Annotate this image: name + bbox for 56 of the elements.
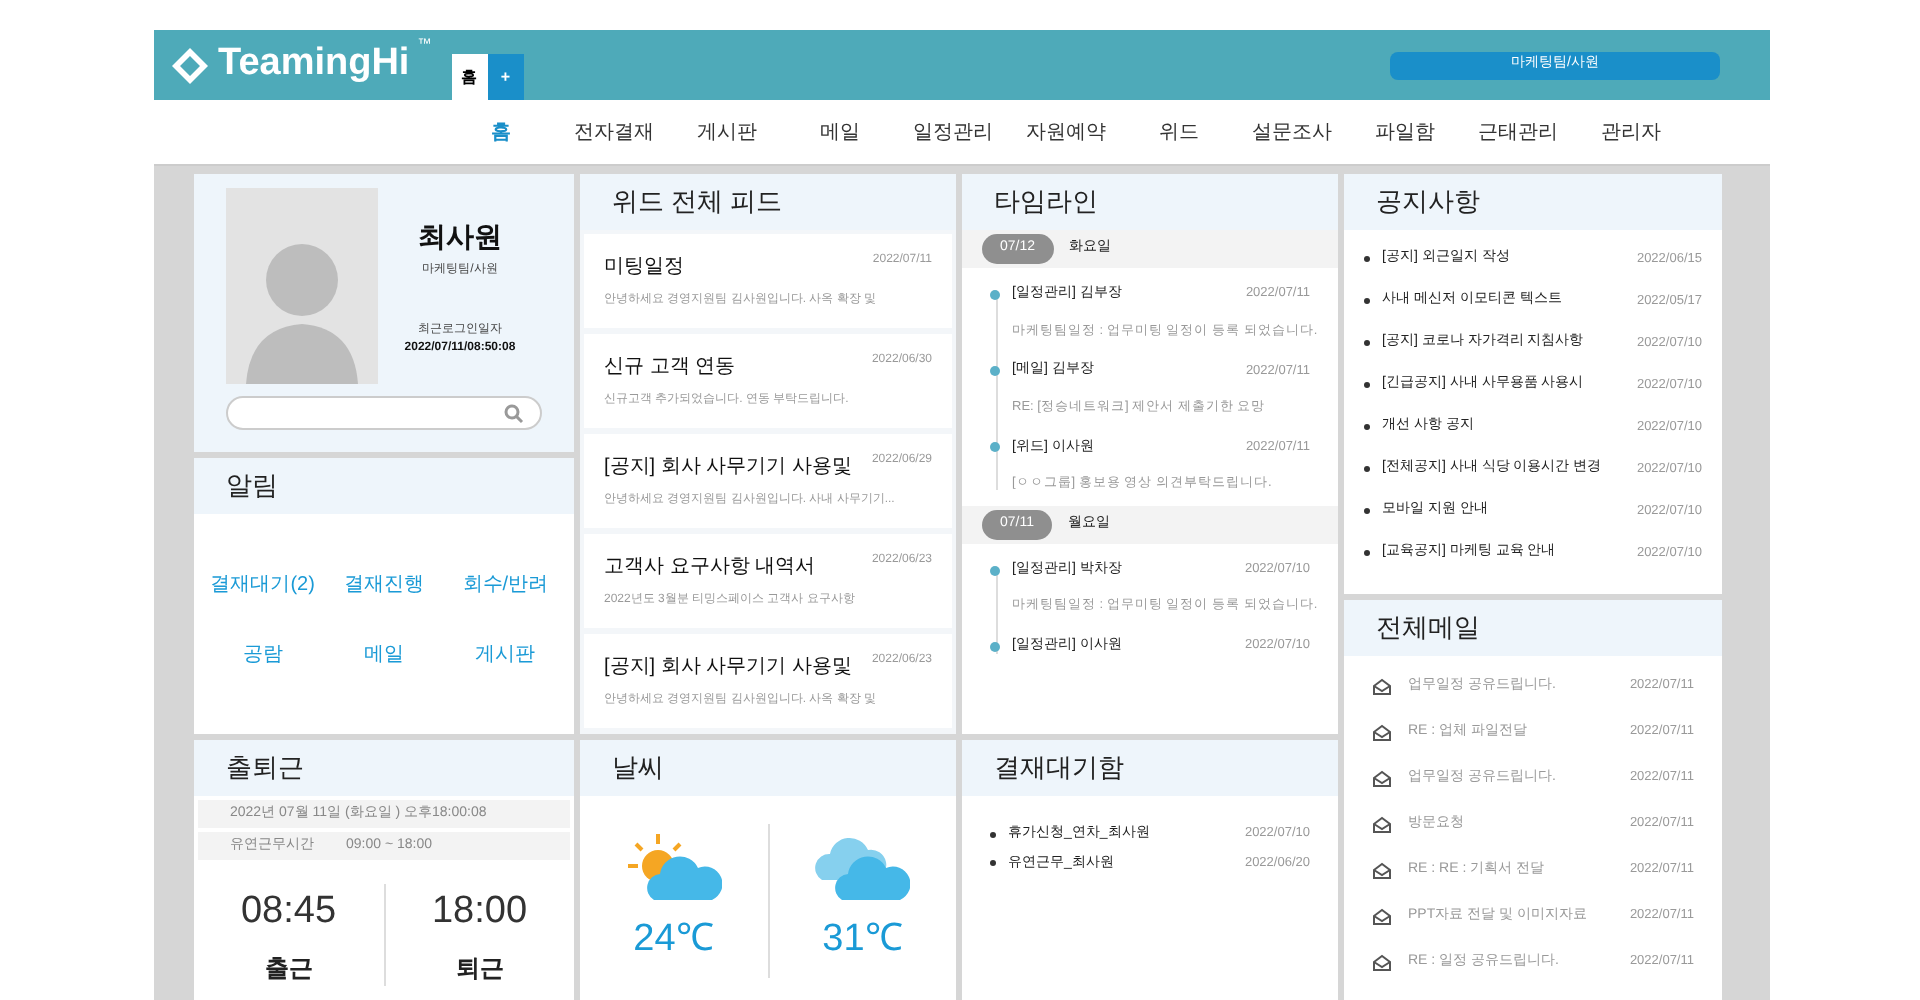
profile-name: 최사원 [418,218,502,256]
time-label: 출근 [264,951,313,985]
bullet-icon [1364,298,1370,304]
time-value: 18:00 [431,888,528,936]
logo-text: TeamingHi [218,40,410,89]
nav-item[interactable]: 일정관리 [896,117,1009,147]
card-title: 타임라인 [994,184,1098,221]
cloud-icon [814,832,911,904]
card-title: 전체메일 [1376,610,1480,647]
nav-item[interactable]: 자원예약 [1009,117,1122,147]
logo-icon [170,45,210,85]
header-tab[interactable]: 홈 [451,54,488,100]
search-icon [504,403,524,423]
card-title: 출퇴근 [226,750,304,787]
card-title: 공지사항 [1376,184,1480,221]
temperature: 31℃ [822,916,903,964]
nav-item[interactable]: 메일 [783,117,896,147]
card-title: 날씨 [612,750,664,787]
card-title: 위드 전체 피드 [612,184,783,221]
header-tab[interactable]: + [487,54,524,100]
nav-item[interactable]: 설문조사 [1235,117,1348,147]
nav-item[interactable]: 홈 [444,117,557,147]
time-value: 08:45 [240,888,337,936]
feed-title: [공지] 회사 사무기기 사용및 [604,654,852,682]
nav-item[interactable]: 게시판 [670,117,783,147]
nav-item[interactable]: 전자결재 [557,117,670,147]
temperature: 24℃ [633,916,714,964]
search-field[interactable] [226,396,542,430]
bullet-icon [1364,550,1370,556]
bullet-icon [1364,340,1370,346]
bullet-icon [1364,466,1370,472]
envelope-icon [1372,815,1392,833]
bullet-icon [1364,508,1370,514]
feed-title: 고객사 요구사항 내역서 [604,554,816,582]
nav-item[interactable]: 위드 [1122,117,1235,147]
feed-title: 신규 고객 연동 [604,354,736,382]
time-label: 퇴근 [455,951,504,985]
envelope-icon [1372,907,1392,925]
nav-item[interactable]: 파일함 [1348,117,1461,147]
nav-item[interactable]: 근태관리 [1461,117,1574,147]
nav-item[interactable]: 관리자 [1574,117,1687,147]
bullet-icon [1364,256,1370,262]
envelope-icon [1372,953,1392,971]
feed-title: 미팅일정 [604,254,684,282]
card-title: 결재대기함 [994,750,1124,787]
feed-title: [공지] 회사 사무기기 사용및 [604,454,852,482]
bullet-icon [990,831,996,838]
envelope-icon [1372,861,1392,879]
envelope-icon [1372,723,1392,741]
envelope-icon [1372,769,1392,787]
envelope-icon [1372,677,1392,695]
card-title: 알림 [226,468,278,505]
bullet-icon [1364,424,1370,430]
sun-cloud-icon [625,832,722,904]
bullet-icon [990,860,996,867]
bullet-icon [1364,382,1370,388]
